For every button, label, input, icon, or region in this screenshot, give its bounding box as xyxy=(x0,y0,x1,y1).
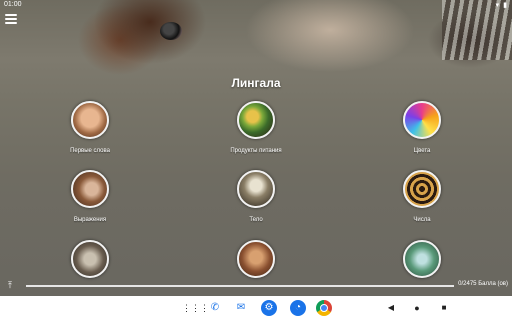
category-label: Выражения xyxy=(73,217,107,223)
category-label: Продукты питания xyxy=(230,148,282,154)
score-text: 0/2475 Балла (ов) xyxy=(458,281,508,287)
category-body[interactable]: Тело xyxy=(196,170,316,223)
phone-icon[interactable]: ✆ xyxy=(207,300,223,316)
color-paint-image xyxy=(403,101,441,139)
category-numbers[interactable]: Числа xyxy=(362,170,482,223)
status-icons: ▾ ▮ xyxy=(496,1,508,9)
home-icon[interactable]: ● xyxy=(409,300,425,316)
recents-icon[interactable]: ■ xyxy=(436,300,452,316)
category-colors[interactable]: Цвета xyxy=(362,101,482,154)
category-label: Числа xyxy=(413,217,431,223)
apps-grid-icon[interactable]: ⋮⋮⋮ xyxy=(182,300,209,316)
okapi-eye xyxy=(160,22,182,40)
baby-face-image xyxy=(71,101,109,139)
wifi-icon: ▾ xyxy=(495,2,501,9)
pointing-hand-image xyxy=(71,170,109,208)
skeleton-image xyxy=(237,170,275,208)
category-first-words[interactable]: Первые слова xyxy=(30,101,150,154)
child-image xyxy=(237,240,275,278)
clock-icon[interactable]: ◔ xyxy=(290,300,306,316)
nature-image xyxy=(403,240,441,278)
settings-icon[interactable]: ⚙ xyxy=(261,300,277,316)
category-food[interactable]: Продукты питания xyxy=(196,101,316,154)
food-plate-image xyxy=(237,101,275,139)
status-bar: 01:00 ▾ ▮ xyxy=(0,0,512,10)
page-title: Лингала xyxy=(231,76,281,90)
status-time: 01:00 xyxy=(4,1,22,8)
category-label: Тело xyxy=(249,217,263,223)
messages-icon[interactable]: ✉ xyxy=(233,300,249,316)
score-progress: ⤒ 0/2475 Балла (ов) xyxy=(0,280,512,292)
category-label: Цвета xyxy=(413,148,431,154)
battery-icon: ▮ xyxy=(503,2,508,9)
snake-numbers-image xyxy=(403,170,441,208)
system-nav-bar: ⋮⋮⋮ ✆ ✉ ⚙ ◔ ◀ ● ■ xyxy=(0,296,512,320)
frog-image xyxy=(71,240,109,278)
back-icon[interactable]: ◀ xyxy=(383,300,399,316)
category-expressions[interactable]: Выражения xyxy=(30,170,150,223)
hamburger-icon[interactable] xyxy=(5,14,17,24)
chrome-icon[interactable] xyxy=(316,300,332,316)
upload-icon[interactable]: ⤒ xyxy=(8,280,12,291)
progress-track xyxy=(26,285,454,287)
category-label: Первые слова xyxy=(70,148,110,154)
